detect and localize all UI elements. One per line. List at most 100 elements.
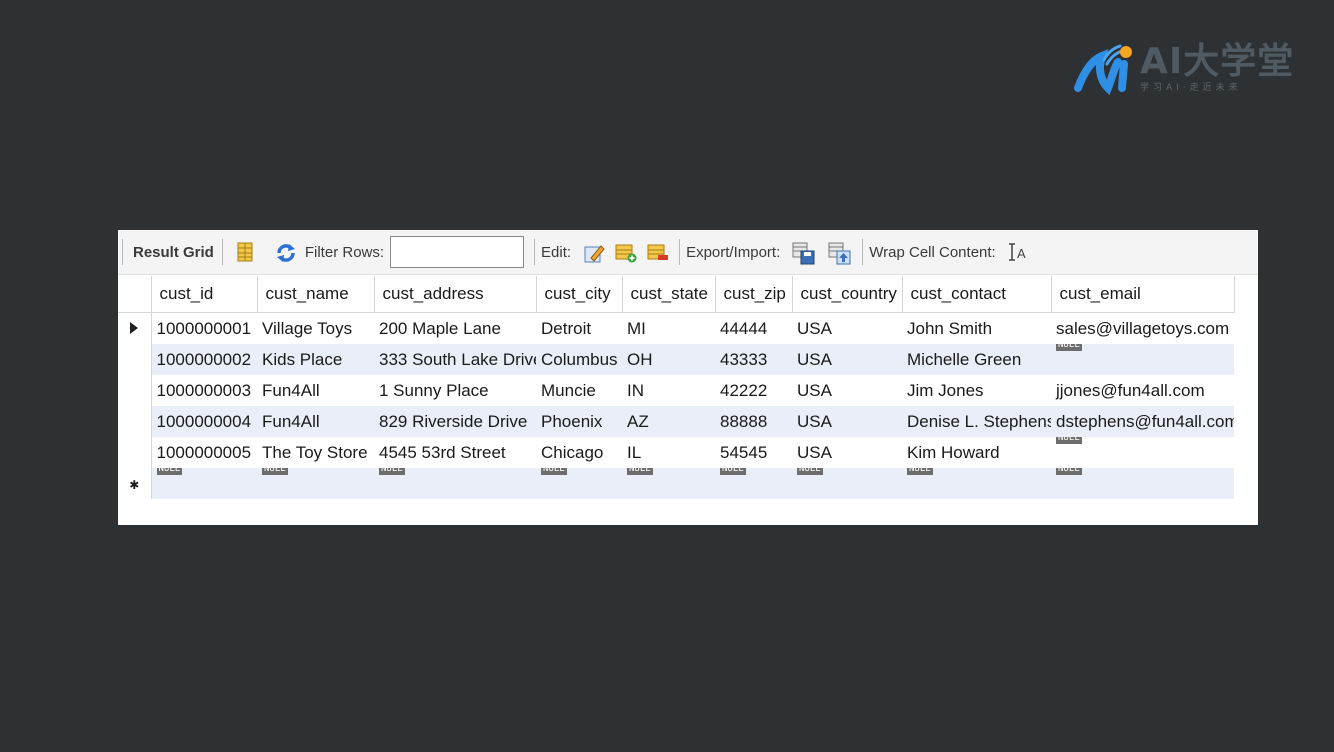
table-cell-cust-country[interactable]: USA <box>792 437 902 468</box>
table-cell-cust-address[interactable]: 829 Riverside Drive <box>374 406 536 437</box>
cell-value: Michelle Green <box>907 349 1022 369</box>
table-cell-cust-id[interactable]: 1000000001 <box>151 313 257 345</box>
table-cell-cust-address[interactable]: 4545 53rd Street <box>374 437 536 468</box>
grid-layout-icon[interactable] <box>235 242 255 262</box>
table-row[interactable]: 1000000003 Fun4All 1 Sunny Place Muncie IN 42… <box>118 375 1234 406</box>
wrap-text-icon[interactable]: A <box>1008 242 1028 262</box>
table-cell-cust-id[interactable]: 1000000004 <box>151 406 257 437</box>
column-header[interactable]: cust_zip <box>715 276 793 313</box>
column-header[interactable]: cust_email <box>1051 276 1235 313</box>
table-cell-cust-contact[interactable]: Jim Jones <box>902 375 1051 406</box>
table-cell-cust-city[interactable]: Columbus <box>536 344 622 375</box>
table-cell-cust-address[interactable]: 1 Sunny Place <box>374 375 536 406</box>
row-marker[interactable] <box>118 406 152 437</box>
import-icon[interactable] <box>828 242 851 265</box>
column-header[interactable]: cust_state <box>622 276 716 313</box>
table-cell-cust-contact[interactable]: John Smith <box>902 313 1051 345</box>
row-marker[interactable] <box>118 375 152 406</box>
delete-row-icon[interactable] <box>647 242 669 262</box>
table-cell-cust-zip[interactable]: 43333 <box>715 344 792 375</box>
new-row[interactable]: ✱ NULL NULL NULL NULL NULL NULL NULL NULL NULL <box>118 468 1234 499</box>
column-header[interactable]: cust_id <box>151 276 258 313</box>
table-cell-cust-city[interactable]: Chicago <box>536 437 622 468</box>
column-header[interactable]: cust_name <box>257 276 375 313</box>
table-cell-cust-contact[interactable]: Kim Howard <box>902 437 1051 468</box>
table-cell-cust-contact[interactable]: Denise L. Stephens <box>902 406 1051 437</box>
column-header[interactable]: cust_city <box>536 276 623 313</box>
table-row[interactable]: 1000000005 The Toy Store 4545 53rd Street C… <box>118 437 1234 468</box>
header-row: cust_id cust_name cust_address cust_city… <box>118 276 1235 313</box>
table-cell-cust-name[interactable]: Fun4All <box>257 406 374 437</box>
cell-value: IL <box>627 442 642 462</box>
table-row[interactable]: 1000000004 Fun4All 829 Riverside Drive Phoe… <box>118 406 1234 437</box>
column-header[interactable]: cust_contact <box>902 276 1052 313</box>
new-row-cell[interactable]: NULL <box>374 468 536 499</box>
table-cell-cust-email[interactable]: NULL <box>1051 437 1234 468</box>
table-row[interactable]: 1000000002 Kids Place 333 South Lake Drive… <box>118 344 1234 375</box>
table-cell-cust-name[interactable]: The Toy Store <box>257 437 374 468</box>
new-row-cell[interactable]: NULL <box>257 468 374 499</box>
row-marker[interactable] <box>118 437 152 468</box>
table-cell-cust-state[interactable]: AZ <box>622 406 715 437</box>
cell-value: 1000000001 <box>156 318 252 338</box>
table-cell-cust-address[interactable]: 333 South Lake Drive <box>374 344 536 375</box>
add-row-icon[interactable] <box>615 242 637 263</box>
table-cell-cust-city[interactable]: Phoenix <box>536 406 622 437</box>
export-import-label: Export/Import: <box>686 243 781 261</box>
table-cell-cust-zip[interactable]: 44444 <box>715 313 792 345</box>
table-cell-cust-country[interactable]: USA <box>792 313 902 345</box>
null-badge: NULL <box>262 468 288 475</box>
table-cell-cust-zip[interactable]: 42222 <box>715 375 792 406</box>
table-cell-cust-city[interactable]: Muncie <box>536 375 622 406</box>
new-row-cell[interactable]: NULL <box>792 468 902 499</box>
row-marker[interactable] <box>118 312 152 344</box>
table-row[interactable]: 1000000001 Village Toys 200 Maple Lane Detr… <box>118 312 1234 345</box>
brand-logo-icon <box>1074 44 1132 96</box>
table-cell-cust-country[interactable]: USA <box>792 344 902 375</box>
edit-label: Edit: <box>541 243 572 261</box>
column-header[interactable]: cust_country <box>792 276 903 313</box>
table-cell-cust-contact[interactable]: Michelle Green <box>902 344 1051 375</box>
new-row-cell[interactable]: NULL <box>151 468 257 499</box>
table-cell-cust-id[interactable]: 1000000005 <box>151 437 257 468</box>
null-badge: NULL <box>1056 344 1082 351</box>
cell-value: 44444 <box>720 318 768 338</box>
table-cell-cust-zip[interactable]: 54545 <box>715 437 792 468</box>
edit-pencil-icon[interactable] <box>583 242 605 263</box>
table-cell-cust-id[interactable]: 1000000002 <box>151 344 257 375</box>
new-row-marker[interactable]: ✱ <box>118 468 152 499</box>
filter-rows-input[interactable] <box>390 236 525 268</box>
new-row-cell[interactable]: NULL <box>536 468 622 499</box>
table-cell-cust-address[interactable]: 200 Maple Lane <box>374 313 536 345</box>
table-cell-cust-email[interactable]: sales@villagetoys.com <box>1051 313 1234 345</box>
table-cell-cust-state[interactable]: OH <box>622 344 715 375</box>
table-cell-cust-city[interactable]: Detroit <box>536 313 622 345</box>
null-badge: NULL <box>907 468 933 475</box>
table-cell-cust-state[interactable]: IN <box>622 375 715 406</box>
table-cell-cust-email[interactable]: NULL <box>1051 344 1234 375</box>
table-cell-cust-name[interactable]: Fun4All <box>257 375 374 406</box>
table-cell-cust-zip[interactable]: 88888 <box>715 406 792 437</box>
export-icon[interactable] <box>792 242 815 265</box>
result-grid-tab[interactable]: Result Grid <box>133 244 214 261</box>
refresh-icon[interactable] <box>275 242 295 262</box>
table-cell-cust-state[interactable]: IL <box>622 437 715 468</box>
new-row-cell[interactable]: NULL <box>715 468 792 499</box>
table-cell-cust-email[interactable]: jjones@fun4all.com <box>1051 375 1234 406</box>
table-cell-cust-name[interactable]: Kids Place <box>257 344 374 375</box>
table-cell-cust-state[interactable]: MI <box>622 313 715 345</box>
table-cell-cust-country[interactable]: USA <box>792 375 902 406</box>
cell-value: 1 Sunny Place <box>379 380 489 400</box>
table-cell-cust-id[interactable]: 1000000003 <box>151 375 257 406</box>
table-cell-cust-email[interactable]: dstephens@fun4all.com <box>1051 406 1234 437</box>
table-cell-cust-country[interactable]: USA <box>792 406 902 437</box>
table-cell-cust-name[interactable]: Village Toys <box>257 313 374 345</box>
new-row-cell[interactable]: NULL <box>622 468 715 499</box>
new-row-asterisk-icon: ✱ <box>129 477 140 492</box>
toolbar-separator <box>122 239 123 265</box>
current-row-arrow-icon <box>130 321 139 334</box>
new-row-cell[interactable]: NULL <box>902 468 1051 499</box>
row-marker[interactable] <box>118 344 152 375</box>
new-row-cell[interactable]: NULL <box>1051 468 1234 499</box>
column-header[interactable]: cust_address <box>374 276 537 313</box>
